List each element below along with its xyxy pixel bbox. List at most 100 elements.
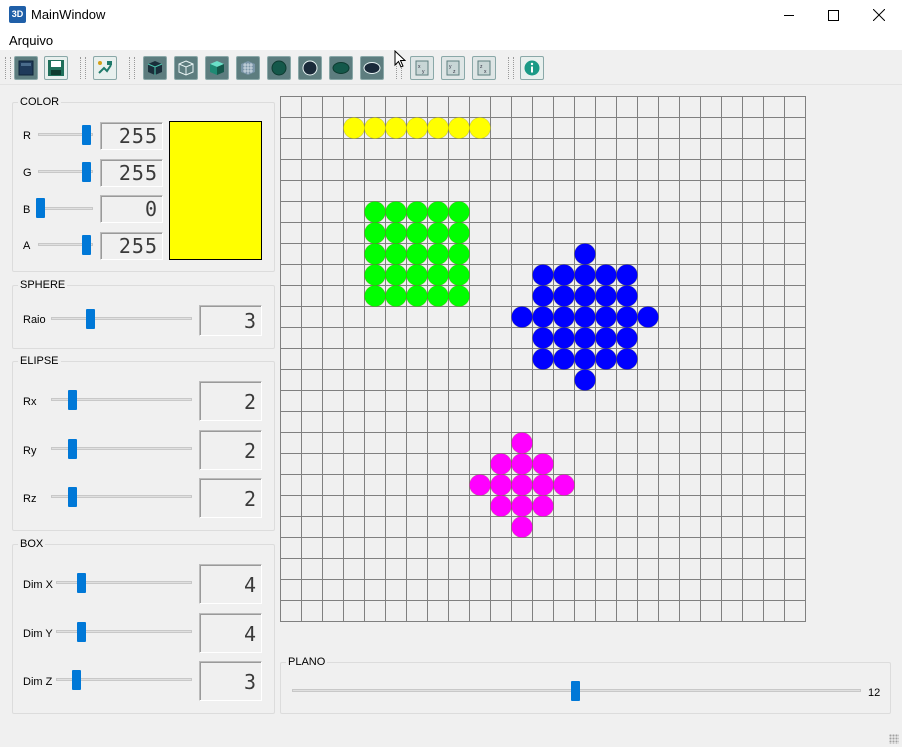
resize-grip[interactable]: [889, 734, 899, 744]
a-slider-handle[interactable]: [82, 235, 91, 255]
voxel: [553, 264, 575, 286]
plano-value: 12: [868, 687, 881, 699]
minimize-button[interactable]: [766, 0, 812, 30]
sphere-outline-icon: [302, 60, 318, 76]
voxel: [385, 243, 407, 265]
a-label: A: [23, 240, 31, 252]
mouse-cursor-icon: [394, 49, 407, 71]
voxel-grid-canvas[interactable]: [280, 96, 806, 622]
voxel: [532, 285, 554, 307]
new-file-button[interactable]: [14, 56, 38, 80]
dimz-slider-handle[interactable]: [72, 670, 81, 690]
view-yz-button[interactable]: yz: [441, 56, 465, 80]
voxel: [574, 264, 596, 286]
sphere-solid-button[interactable]: [267, 56, 291, 80]
g-value-display: 255: [100, 159, 163, 187]
voxel: [469, 117, 491, 139]
voxel-grid[interactable]: [280, 96, 806, 622]
plano-group: [280, 662, 891, 714]
voxel: [616, 306, 638, 328]
raio-value-display: 3: [199, 305, 262, 336]
ry-slider-handle[interactable]: [68, 439, 77, 459]
voxel: [532, 495, 554, 517]
raio-slider-track[interactable]: [51, 317, 192, 320]
rz-label: Rz: [23, 493, 37, 505]
cube-shaded-icon: [210, 61, 224, 75]
b-label: B: [23, 204, 31, 216]
close-button[interactable]: [856, 0, 902, 30]
export-icon: [98, 61, 112, 74]
color-group-title: COLOR: [18, 96, 62, 108]
voxel: [595, 327, 617, 349]
export-button[interactable]: [93, 56, 117, 80]
cube-solid-button[interactable]: [143, 56, 167, 80]
toolbar-separator: [129, 57, 135, 79]
sphere-outline-button[interactable]: [298, 56, 322, 80]
b-value-display: 0: [100, 195, 163, 223]
rz-slider-handle[interactable]: [68, 487, 77, 507]
ellipse-outline-button[interactable]: [360, 56, 384, 80]
voxel: [553, 285, 575, 307]
view-xy-button[interactable]: xy: [410, 56, 434, 80]
3d-app-icon: 3D: [9, 6, 26, 23]
voxel: [595, 306, 617, 328]
view-zx-button[interactable]: zx: [472, 56, 496, 80]
voxel: [469, 474, 491, 496]
g-slider-handle[interactable]: [82, 162, 91, 182]
minimize-icon: [783, 15, 794, 16]
ry-value-display: 2: [199, 430, 262, 470]
r-label: R: [23, 130, 31, 142]
raio-label: Raio: [23, 314, 46, 326]
voxel: [616, 264, 638, 286]
voxel: [490, 495, 512, 517]
b-slider-handle[interactable]: [36, 198, 45, 218]
voxel: [511, 306, 533, 328]
voxel: [406, 117, 428, 139]
window-title: MainWindow: [31, 7, 106, 22]
rx-slider-handle[interactable]: [68, 390, 77, 410]
color-swatch: [169, 121, 262, 260]
info-button[interactable]: [520, 56, 544, 80]
cube-wireframe-button[interactable]: [174, 56, 198, 80]
voxel: [595, 348, 617, 370]
dimx-value-display: 4: [199, 564, 262, 604]
voxel: [532, 327, 554, 349]
voxel: [511, 495, 533, 517]
plano-slider-handle[interactable]: [571, 681, 580, 701]
toolbar-grip[interactable]: [5, 57, 11, 79]
save-button[interactable]: [44, 56, 68, 80]
r-slider-handle[interactable]: [82, 125, 91, 145]
dimx-slider-handle[interactable]: [77, 573, 86, 593]
voxel: [448, 201, 470, 223]
voxel: [448, 285, 470, 307]
dimy-label: Dim Y: [23, 628, 53, 640]
cube-grid-button[interactable]: [236, 56, 260, 80]
toolbar-separator: [508, 57, 514, 79]
voxel: [574, 369, 596, 391]
info-icon: [524, 60, 540, 76]
voxel: [385, 264, 407, 286]
voxel: [427, 222, 449, 244]
ellipse-solid-icon: [332, 62, 350, 74]
menu-arquivo[interactable]: Arquivo: [9, 33, 53, 48]
voxel: [616, 285, 638, 307]
voxel: [532, 474, 554, 496]
sphere-solid-icon: [271, 60, 287, 76]
voxel: [511, 453, 533, 475]
voxel: [574, 285, 596, 307]
voxel: [448, 264, 470, 286]
dimy-slider-handle[interactable]: [77, 622, 86, 642]
voxel: [511, 432, 533, 454]
b-slider-track[interactable]: [38, 207, 93, 210]
voxel: [385, 222, 407, 244]
voxel: [490, 453, 512, 475]
maximize-button[interactable]: [810, 0, 856, 30]
cube-shaded-button[interactable]: [205, 56, 229, 80]
voxel: [364, 285, 386, 307]
ellipse-solid-button[interactable]: [329, 56, 353, 80]
voxel: [448, 117, 470, 139]
raio-slider-handle[interactable]: [86, 309, 95, 329]
voxel: [385, 285, 407, 307]
voxel: [574, 243, 596, 265]
voxel: [385, 201, 407, 223]
